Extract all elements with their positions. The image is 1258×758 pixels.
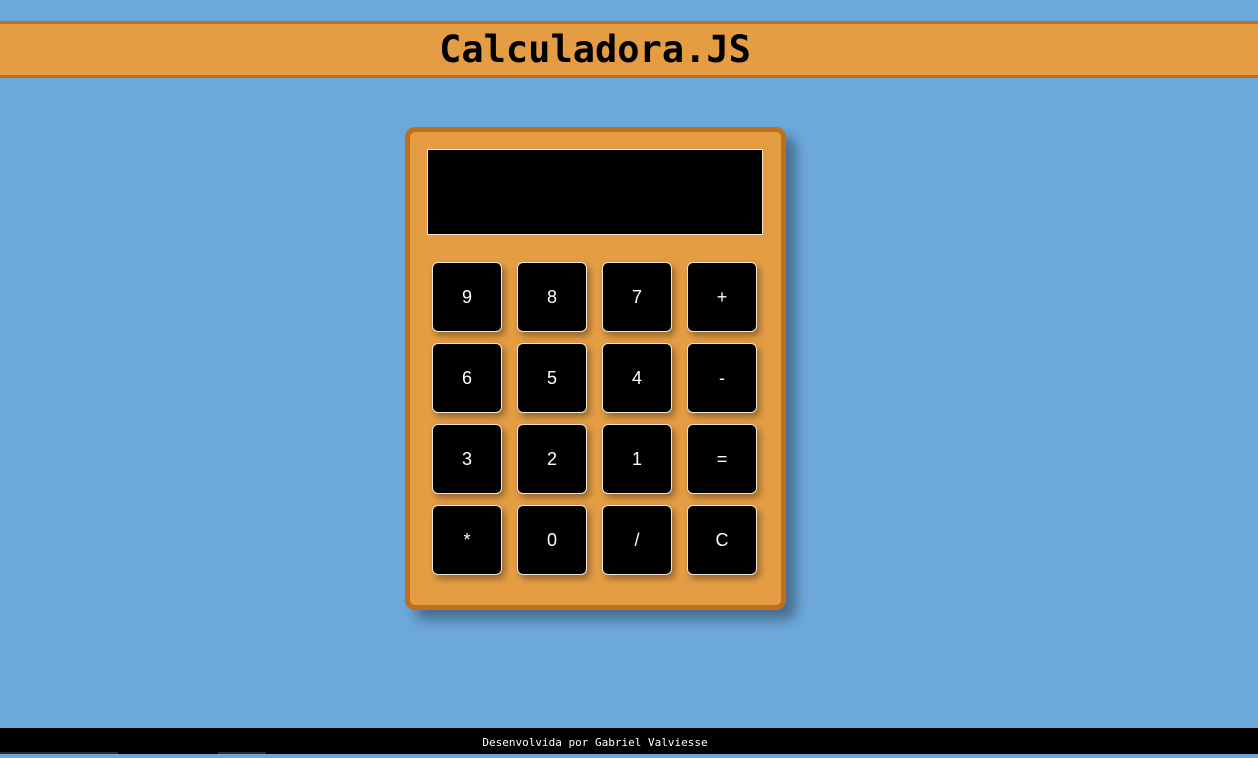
key-0[interactable]: 0: [517, 505, 587, 575]
key-multiply[interactable]: *: [432, 505, 502, 575]
calculator: 9 8 7 + 6 5 4 - 3 2 1 = * 0 / C: [405, 127, 786, 610]
key-equals[interactable]: =: [687, 424, 757, 494]
key-subtract[interactable]: -: [687, 343, 757, 413]
key-6[interactable]: 6: [432, 343, 502, 413]
key-2[interactable]: 2: [517, 424, 587, 494]
page-header: Calculadora.JS: [0, 21, 1258, 78]
key-divide[interactable]: /: [602, 505, 672, 575]
key-clear[interactable]: C: [687, 505, 757, 575]
page-title: Calculadora.JS: [439, 28, 751, 71]
key-4[interactable]: 4: [602, 343, 672, 413]
calculator-display: [427, 149, 763, 235]
key-3[interactable]: 3: [432, 424, 502, 494]
key-add[interactable]: +: [687, 262, 757, 332]
page-footer: Desenvolvida por Gabriel Valviesse: [0, 728, 1258, 754]
key-8[interactable]: 8: [517, 262, 587, 332]
key-1[interactable]: 1: [602, 424, 672, 494]
key-9[interactable]: 9: [432, 262, 502, 332]
key-5[interactable]: 5: [517, 343, 587, 413]
key-7[interactable]: 7: [602, 262, 672, 332]
calculator-keypad: 9 8 7 + 6 5 4 - 3 2 1 = * 0 / C: [432, 262, 757, 575]
